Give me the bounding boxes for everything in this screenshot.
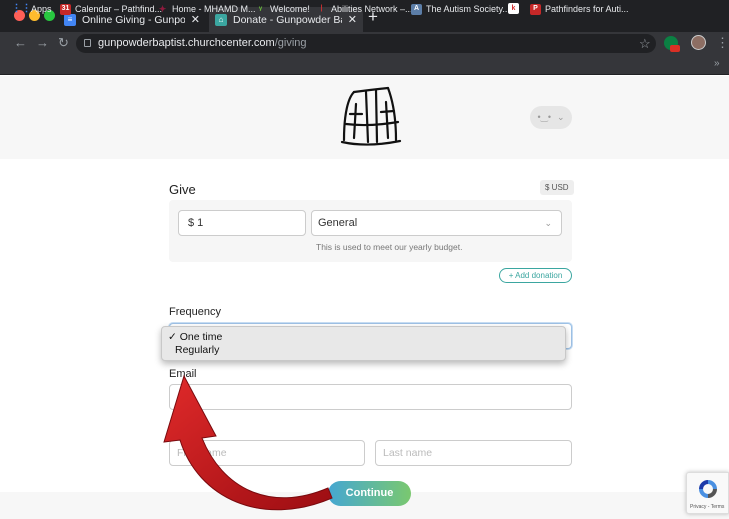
site-icon: | — [320, 5, 323, 12]
address-bar[interactable]: gunpowderbaptist.churchcenter.com/giving — [76, 34, 656, 53]
tab-title: Donate - Gunpowder Baptist Ch — [233, 13, 342, 26]
last-name-field[interactable]: Last name — [375, 440, 572, 466]
frequency-label: Frequency — [169, 306, 221, 318]
bookmark-welcome[interactable]: ᵞ Welcome! — [255, 3, 310, 15]
forward-arrow-icon[interactable]: → — [36, 36, 49, 50]
bookmarks-bar — [0, 56, 729, 75]
amount-input[interactable]: $ 1 — [178, 210, 306, 236]
calendar-icon: 31 — [60, 3, 71, 15]
site-icon: ✦ — [158, 4, 167, 14]
lock-icon — [84, 39, 91, 47]
tab-title: Online Giving - Gunpowder Bapti — [82, 13, 185, 26]
fund-select-value: General — [318, 217, 358, 229]
recaptcha-icon — [699, 480, 717, 498]
currency-badge[interactable]: $ USD — [540, 180, 574, 195]
church-center-icon: ⌂ — [215, 13, 227, 26]
fund-description: This is used to meet our yearly budget. — [316, 242, 463, 252]
site-icon: A — [411, 3, 422, 15]
continue-button[interactable]: Continue — [328, 481, 411, 506]
back-arrow-icon[interactable]: ← — [14, 36, 27, 50]
checkmark-icon: ✓ — [168, 331, 177, 343]
chevron-down-icon: ⌄ — [557, 112, 565, 122]
frequency-dropdown-menu: ✓ One time Regularly — [161, 326, 566, 361]
add-donation-button[interactable]: + Add donation — [499, 268, 572, 283]
browser-menu-icon[interactable]: ⋮ — [716, 35, 729, 51]
frequency-option-regularly[interactable]: Regularly — [175, 344, 219, 357]
site-icon: k — [508, 3, 519, 14]
bookmark-mhamd[interactable]: ✦ Home - MHAMD M... — [157, 3, 256, 15]
url-host: gunpowderbaptist.churchcenter.com — [98, 37, 275, 49]
site-icon: P — [530, 3, 541, 15]
more-bookmarks-icon[interactable]: » — [714, 58, 720, 69]
site-icon: ᵞ — [258, 4, 263, 14]
bookmark-autism-society[interactable]: A The Autism Society... — [411, 3, 510, 15]
bookmark-star-icon[interactable]: ☆ — [639, 36, 651, 52]
name-label: Name — [169, 422, 199, 434]
bookmark-pathfinders[interactable]: P Pathfinders for Auti... — [530, 3, 629, 15]
user-menu-button[interactable]: •‿• ⌄ — [530, 106, 572, 129]
bookmark-abilities-network[interactable]: | Abilities Network –... — [316, 3, 413, 15]
extension-badge — [670, 45, 680, 52]
recaptcha-privacy-terms[interactable]: Privacy - Terms — [690, 504, 724, 510]
give-heading: Give — [169, 182, 196, 197]
url-path: /giving — [274, 37, 307, 49]
fund-select[interactable]: General ⌄ — [311, 210, 562, 236]
email-field[interactable] — [169, 384, 572, 410]
church-logo — [340, 86, 402, 146]
frequency-option-one-time[interactable]: ✓ One time — [168, 331, 222, 344]
bookmark-apps[interactable]: ⋮⋮ Apps — [11, 3, 52, 15]
chevron-down-icon: ⌄ — [544, 218, 552, 228]
first-name-field[interactable]: First name — [169, 440, 365, 466]
apps-grid-icon: ⋮⋮ — [11, 3, 32, 14]
profile-avatar[interactable] — [691, 35, 706, 50]
bookmark-calendar[interactable]: 31 Calendar – Pathfind... — [60, 3, 162, 15]
avatar-face-icon: •‿• — [537, 112, 551, 122]
reload-icon[interactable]: ↻ — [58, 36, 69, 50]
docs-icon: ≡ — [64, 13, 76, 26]
bookmark-k[interactable]: k — [508, 3, 523, 14]
email-label: Email — [169, 368, 197, 380]
